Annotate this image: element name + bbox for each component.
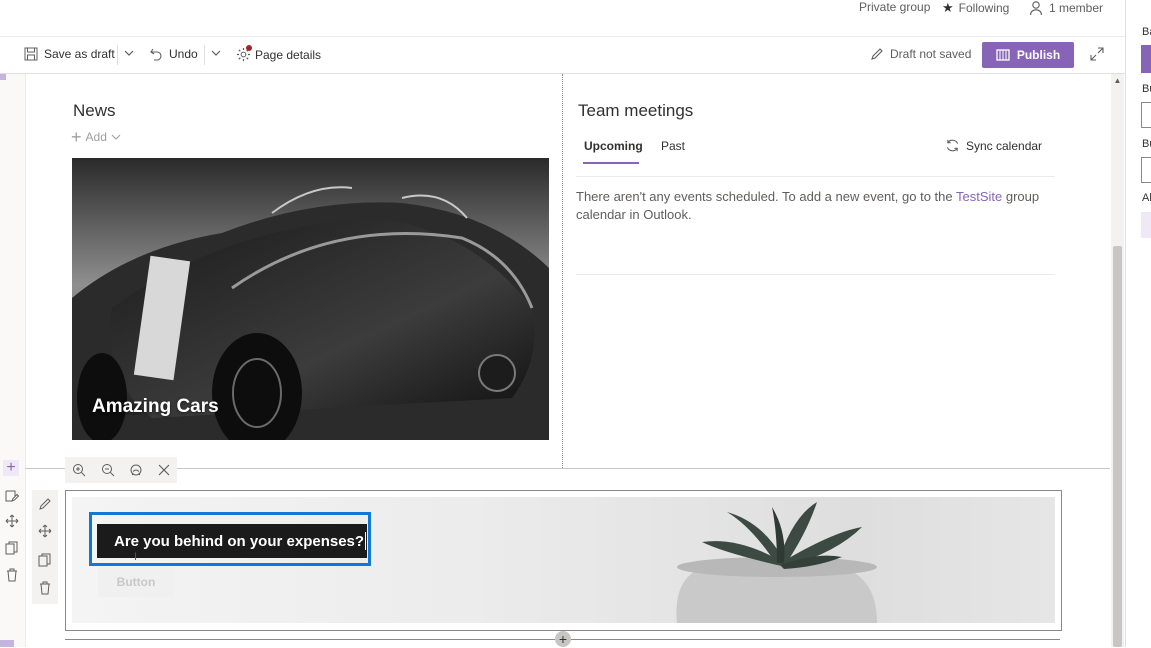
property-pane: Ba Bu Bu Al — [1125, 0, 1151, 647]
gutter-accent — [0, 74, 6, 80]
members-link[interactable]: 1 member — [1028, 0, 1103, 16]
duplicate-webpart-icon[interactable] — [38, 553, 52, 567]
divider — [117, 45, 118, 65]
pane-input[interactable] — [1141, 102, 1151, 128]
duplicate-section-icon[interactable] — [5, 541, 19, 555]
group-header-bar: Private group ★ Following 1 member — [0, 0, 1125, 37]
text-cursor — [365, 532, 367, 550]
sync-calendar-button[interactable]: Sync calendar — [945, 138, 1042, 153]
message-text: There aren't any events scheduled. To ad… — [576, 189, 956, 204]
webpart-toolbar — [32, 490, 58, 604]
meetings-title: Team meetings — [578, 101, 694, 120]
pane-option[interactable] — [1141, 212, 1151, 238]
pane-label: Ba — [1142, 26, 1151, 38]
scrollbar-thumb[interactable] — [1113, 246, 1122, 647]
tab-upcoming[interactable]: Upcoming — [584, 139, 643, 153]
follow-toggle[interactable]: ★ Following — [942, 0, 1009, 16]
chevron-down-icon — [124, 50, 134, 56]
undo-icon — [150, 48, 162, 61]
move-section-icon[interactable] — [5, 514, 19, 528]
divider — [576, 176, 1055, 177]
plus-icon: + — [71, 127, 82, 147]
undo-label: Undo — [169, 47, 198, 61]
publish-button[interactable]: Publish — [982, 42, 1074, 68]
close-icon[interactable] — [158, 464, 170, 476]
pane-input[interactable] — [1141, 157, 1151, 183]
star-icon: ★ — [942, 0, 954, 15]
news-headline[interactable]: Amazing Cars — [92, 396, 219, 418]
privacy-label: Private group — [859, 0, 931, 14]
save-draft-label: Save as draft — [44, 47, 115, 61]
pane-button[interactable] — [1141, 45, 1151, 73]
zoom-out-icon[interactable] — [101, 463, 115, 477]
publish-label: Publish — [1016, 48, 1061, 62]
banner-heading[interactable]: Are you behind on your expenses? — [97, 524, 367, 558]
pane-label: Bu — [1142, 83, 1151, 95]
edit-section-icon[interactable] — [5, 489, 19, 503]
expand-icon — [1090, 47, 1104, 61]
i-beam-cursor-icon: I — [134, 551, 138, 563]
follow-label: Following — [958, 1, 1010, 15]
delete-section-icon[interactable] — [5, 568, 19, 582]
sync-label: Sync calendar — [966, 138, 1043, 153]
no-events-message: There aren't any events scheduled. To ad… — [576, 188, 1056, 224]
draft-status-label: Draft not saved — [890, 47, 972, 61]
news-add-button[interactable]: + Add — [71, 127, 121, 147]
column-divider — [562, 74, 563, 468]
tab-active-indicator — [583, 162, 639, 164]
save-icon — [24, 47, 38, 61]
book-icon — [996, 49, 1010, 61]
plus-icon: + — [558, 631, 568, 647]
chevron-down-icon — [111, 134, 121, 140]
add-section-button[interactable]: + — [3, 459, 19, 476]
draft-status: Draft not saved — [870, 47, 971, 61]
command-bar: Save as draft Undo Page details Draft no… — [0, 37, 1125, 74]
zoom-in-icon[interactable] — [72, 463, 86, 477]
members-label: 1 member — [1049, 1, 1104, 15]
move-webpart-icon[interactable] — [38, 524, 52, 538]
banner-heading-text: Are you behind on your expenses? — [114, 532, 365, 550]
chevron-down-icon — [211, 50, 221, 56]
news-add-label: Add — [85, 130, 107, 144]
delete-webpart-icon[interactable] — [38, 581, 52, 595]
page-details-label: Page details — [255, 47, 322, 62]
edit-webpart-icon[interactable] — [38, 497, 52, 511]
undo-button[interactable]: Undo — [149, 47, 198, 61]
pencil-icon — [871, 48, 883, 60]
image-toolbar — [65, 457, 177, 483]
sync-icon — [946, 139, 959, 152]
undo-options-chevron[interactable] — [210, 47, 222, 59]
scroll-up-arrow[interactable]: ▲ — [1113, 76, 1122, 85]
news-title: News — [73, 101, 116, 120]
tab-past[interactable]: Past — [661, 139, 685, 153]
save-options-chevron[interactable] — [123, 47, 135, 59]
person-icon — [1029, 1, 1043, 16]
expand-button[interactable] — [1089, 46, 1105, 62]
banner-cta-button[interactable]: Button — [98, 567, 174, 597]
page-details-button[interactable]: Page details — [236, 45, 322, 62]
pane-label: Bu — [1142, 138, 1151, 150]
left-gutter — [0, 74, 26, 647]
pane-label: Al — [1142, 192, 1151, 204]
save-draft-button[interactable]: Save as draft — [24, 47, 115, 61]
plus-icon: + — [6, 459, 16, 476]
notification-dot — [246, 45, 252, 51]
site-link[interactable]: TestSite — [956, 189, 1002, 204]
divider — [576, 274, 1055, 275]
gutter-accent — [0, 640, 14, 647]
gear-icon — [236, 45, 252, 62]
divider — [204, 45, 205, 65]
reset-zoom-icon[interactable] — [129, 463, 143, 477]
add-webpart-button[interactable]: + — [555, 631, 571, 647]
